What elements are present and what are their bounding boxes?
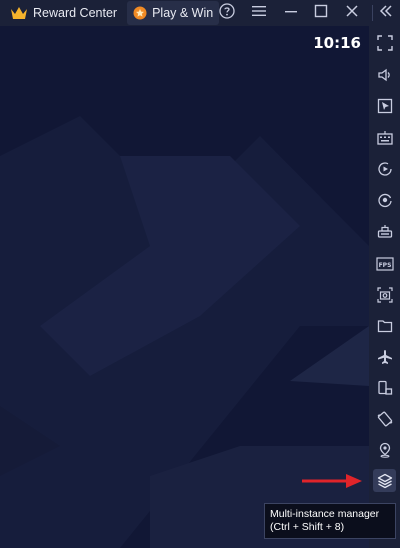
close-button[interactable] bbox=[340, 0, 364, 26]
airplane-icon bbox=[377, 349, 392, 364]
screenshot-button[interactable] bbox=[373, 283, 396, 306]
sync-button[interactable] bbox=[373, 188, 396, 211]
layers-icon bbox=[377, 473, 392, 488]
help-button[interactable] bbox=[215, 0, 239, 26]
play-win-icon bbox=[133, 6, 147, 20]
minimize-button[interactable] bbox=[279, 0, 303, 26]
keyboard-icon bbox=[376, 130, 393, 145]
fps-button[interactable]: FPS bbox=[373, 252, 396, 275]
gamepad-icon bbox=[377, 224, 392, 238]
tooltip-shortcut: (Ctrl + Shift + 8) bbox=[270, 521, 345, 533]
collapse-sidebar-button[interactable] bbox=[374, 0, 398, 26]
svg-text:FPS: FPS bbox=[378, 262, 391, 269]
volume-button[interactable] bbox=[373, 63, 396, 86]
fullscreen-icon bbox=[376, 34, 393, 51]
macro-recorder-icon bbox=[377, 161, 392, 176]
reward-center-label: Reward Center bbox=[33, 6, 118, 20]
menu-button[interactable] bbox=[247, 0, 271, 26]
emulator-screen[interactable]: 10:16 bbox=[0, 26, 369, 548]
crown-icon bbox=[10, 6, 28, 20]
airplane-mode-button[interactable] bbox=[373, 345, 396, 368]
red-arrow-icon bbox=[302, 474, 362, 488]
maximize-button[interactable] bbox=[309, 0, 333, 26]
multi-instance-manager-button[interactable] bbox=[373, 469, 396, 492]
fps-icon: FPS bbox=[375, 256, 394, 271]
location-button[interactable] bbox=[373, 438, 396, 461]
collapse-sidebar-icon bbox=[379, 4, 393, 23]
play-win-label: Play & Win bbox=[152, 6, 214, 20]
sync-icon bbox=[377, 193, 392, 207]
shake-icon bbox=[377, 411, 392, 426]
fullscreen-button[interactable] bbox=[373, 31, 396, 54]
title-bar: Reward Center Play & Win bbox=[0, 0, 400, 26]
folder-icon bbox=[377, 319, 392, 332]
titlebar-divider bbox=[372, 5, 373, 21]
shake-button[interactable] bbox=[373, 407, 396, 430]
background-pattern bbox=[0, 116, 369, 548]
game-controls-button[interactable] bbox=[373, 220, 396, 243]
file-manager-button[interactable] bbox=[373, 314, 396, 337]
media-manager-button[interactable] bbox=[373, 94, 396, 117]
help-icon bbox=[219, 2, 235, 24]
camera-icon bbox=[376, 286, 393, 303]
right-sidebar: FPS bbox=[369, 26, 400, 548]
tooltip-title: Multi-instance manager bbox=[270, 508, 380, 520]
maximize-icon bbox=[314, 4, 328, 23]
location-icon bbox=[379, 442, 390, 458]
media-manager-icon bbox=[377, 98, 392, 113]
close-icon bbox=[345, 4, 359, 23]
minimize-icon bbox=[284, 4, 298, 23]
reward-center-button[interactable]: Reward Center bbox=[4, 1, 123, 25]
volume-icon bbox=[377, 68, 390, 81]
menu-icon bbox=[252, 4, 266, 22]
macro-recorder-button[interactable] bbox=[373, 157, 396, 180]
status-clock: 10:16 bbox=[313, 34, 361, 52]
rotate-button[interactable] bbox=[373, 376, 396, 399]
rotate-icon bbox=[377, 380, 392, 395]
play-win-button[interactable]: Play & Win bbox=[127, 1, 220, 25]
keyboard-controls-button[interactable] bbox=[373, 126, 396, 149]
tooltip: Multi-instance manager (Ctrl + Shift + 8… bbox=[264, 503, 396, 539]
